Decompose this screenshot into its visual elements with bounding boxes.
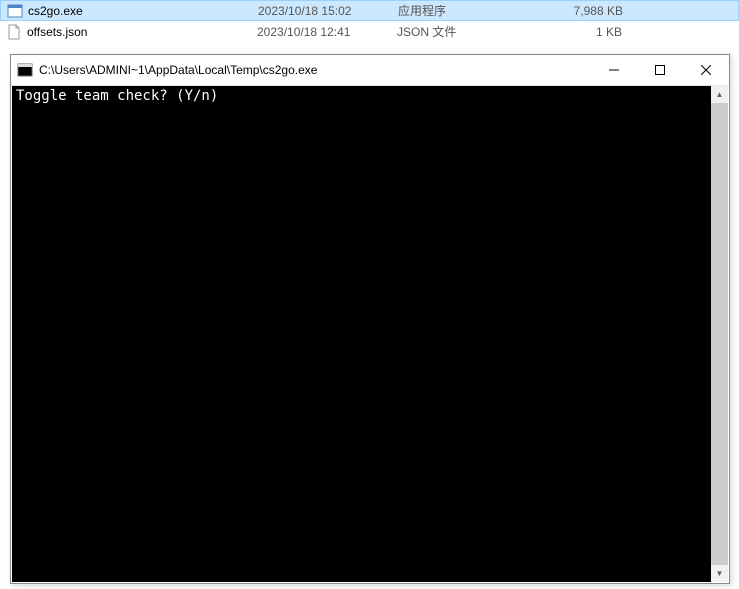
file-row[interactable]: cs2go.exe 2023/10/18 15:02 应用程序 7,988 KB bbox=[0, 0, 739, 21]
exe-icon bbox=[7, 3, 23, 19]
console-output[interactable]: Toggle team check? (Y/n) bbox=[12, 86, 711, 582]
scroll-thumb[interactable] bbox=[711, 103, 728, 565]
window-controls bbox=[591, 55, 729, 85]
file-name: offsets.json bbox=[27, 25, 257, 39]
scrollbar[interactable]: ▲ ▼ bbox=[711, 86, 728, 582]
console-icon bbox=[17, 62, 33, 78]
file-row[interactable]: offsets.json 2023/10/18 12:41 JSON 文件 1 … bbox=[0, 21, 739, 42]
scroll-track[interactable] bbox=[711, 103, 728, 565]
maximize-button[interactable] bbox=[637, 55, 683, 85]
file-type: JSON 文件 bbox=[397, 23, 527, 40]
minimize-button[interactable] bbox=[591, 55, 637, 85]
console-body: Toggle team check? (Y/n) ▲ ▼ bbox=[12, 86, 728, 582]
close-button[interactable] bbox=[683, 55, 729, 85]
file-size: 7,988 KB bbox=[528, 4, 623, 18]
scroll-down-icon[interactable]: ▼ bbox=[711, 565, 728, 582]
console-window: C:\Users\ADMINI~1\AppData\Local\Temp\cs2… bbox=[10, 54, 730, 584]
file-type: 应用程序 bbox=[398, 2, 528, 19]
file-icon bbox=[6, 24, 22, 40]
file-date: 2023/10/18 12:41 bbox=[257, 25, 397, 39]
file-size: 1 KB bbox=[527, 25, 622, 39]
window-title: C:\Users\ADMINI~1\AppData\Local\Temp\cs2… bbox=[39, 63, 591, 77]
file-date: 2023/10/18 15:02 bbox=[258, 4, 398, 18]
titlebar[interactable]: C:\Users\ADMINI~1\AppData\Local\Temp\cs2… bbox=[11, 55, 729, 86]
file-name: cs2go.exe bbox=[28, 4, 258, 18]
scroll-up-icon[interactable]: ▲ bbox=[711, 86, 728, 103]
file-list: cs2go.exe 2023/10/18 15:02 应用程序 7,988 KB… bbox=[0, 0, 739, 42]
